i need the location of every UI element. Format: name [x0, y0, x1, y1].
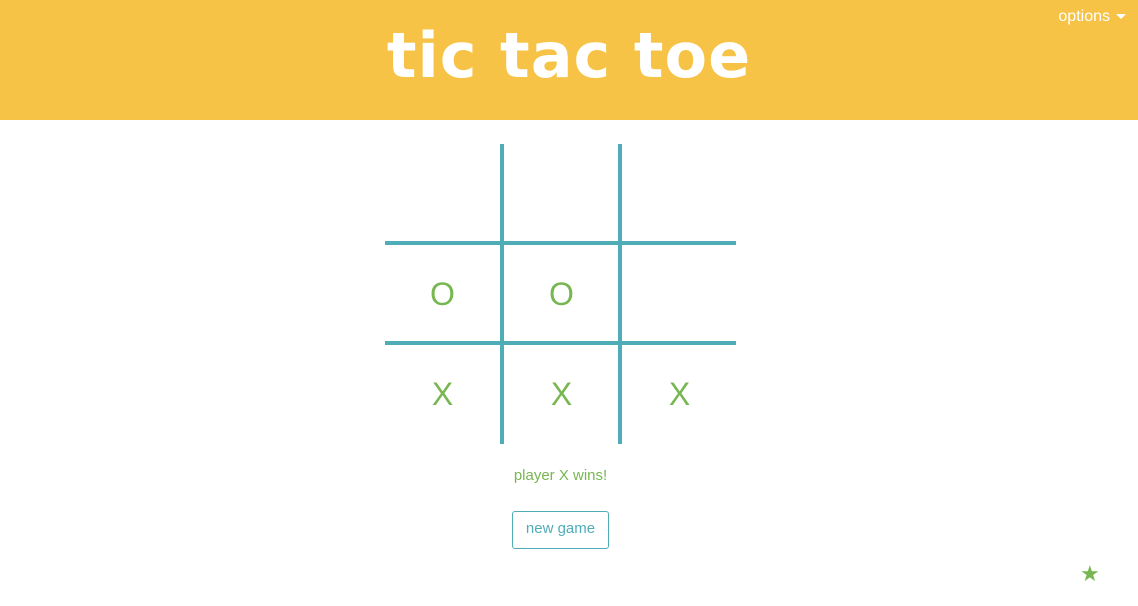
page-title: tic tac toe: [386, 19, 752, 92]
caret-down-icon: [1116, 13, 1126, 19]
new-game-button[interactable]: new game: [512, 511, 609, 549]
header: tic tac toe options: [0, 0, 1138, 120]
options-menu[interactable]: options: [1058, 7, 1126, 27]
board-cell-1-0[interactable]: O: [385, 245, 500, 343]
game-status-message: player X wins!: [513, 467, 608, 484]
game-board: O O X X X: [385, 144, 736, 444]
board-cell-0-0[interactable]: [385, 144, 500, 242]
star-icon[interactable]: ★: [1080, 562, 1100, 586]
options-label: options: [1058, 8, 1110, 25]
board-cell-2-2[interactable]: X: [622, 345, 737, 443]
board-cell-1-2[interactable]: [622, 245, 737, 343]
board-cell-2-0[interactable]: X: [385, 345, 500, 443]
board-cell-0-1[interactable]: [504, 144, 619, 242]
board-cell-2-1[interactable]: X: [504, 345, 619, 443]
board-cell-1-1[interactable]: O: [504, 245, 619, 343]
board-cell-0-2[interactable]: [622, 144, 737, 242]
